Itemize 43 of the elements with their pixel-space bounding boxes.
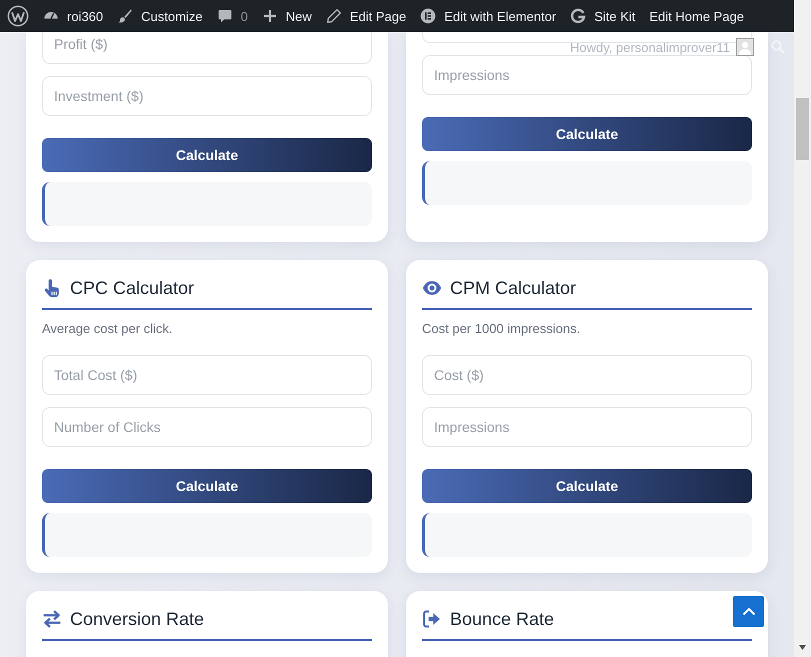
brush-icon (117, 8, 134, 24)
scroll-to-top-button[interactable] (733, 596, 764, 627)
card-title: Conversion Rate (70, 608, 204, 631)
card-title: CPM Calculator (450, 277, 576, 300)
card-title: CPC Calculator (70, 277, 194, 300)
calculate-button[interactable]: Calculate (422, 117, 752, 151)
toolbar-link[interactable]: Edit with Elementor (413, 0, 564, 32)
input-field[interactable]: Impressions (422, 407, 752, 447)
card-title: Bounce Rate (450, 608, 554, 631)
input-field[interactable] (422, 32, 752, 43)
eye-icon (422, 278, 442, 298)
logo-icon (7, 5, 29, 27)
calculate-button[interactable]: Calculate (42, 138, 372, 172)
plus-icon (262, 8, 278, 24)
toolbar-link[interactable]: Edit Page (318, 0, 414, 32)
toolbar-link[interactable]: Site Kit (563, 0, 642, 32)
input-field[interactable]: Cost ($) (422, 355, 752, 395)
g-logo-icon (570, 8, 586, 24)
calculate-button[interactable]: Calculate (42, 469, 372, 503)
calculate-button[interactable]: Calculate (422, 469, 752, 503)
scrollbar[interactable] (794, 0, 811, 657)
swap-arrows-icon (42, 609, 62, 629)
input-field[interactable]: Investment ($) (42, 76, 372, 116)
avatar-icon[interactable] (736, 38, 754, 56)
toolbar-link[interactable]: 0 (210, 0, 255, 32)
toolbar-link[interactable]: roi360 (36, 0, 110, 32)
input-field[interactable]: Impressions (422, 55, 752, 95)
card-description: Cost per 1000 impressions. (422, 320, 582, 338)
scrollbar-thumb[interactable] (796, 98, 809, 160)
exit-arrow-icon (422, 609, 442, 629)
toolbar-link[interactable]: Customize (110, 0, 210, 32)
toolbar-link[interactable]: New (254, 0, 319, 32)
hand-pointer-icon (42, 278, 62, 298)
round-logo-icon (420, 8, 436, 24)
input-field[interactable]: Total Cost ($) (42, 355, 372, 395)
comment-icon (216, 8, 233, 24)
toolbar-link[interactable]: Edit Home Page (642, 0, 752, 32)
pencil-icon (326, 8, 342, 24)
input-field[interactable]: Number of Clicks (42, 407, 372, 447)
scroll-down-arrow-icon[interactable] (799, 645, 806, 650)
chevron-up-icon (742, 607, 756, 616)
input-field[interactable]: Profit ($) (42, 32, 372, 64)
card-description: Average cost per click. (42, 320, 174, 338)
